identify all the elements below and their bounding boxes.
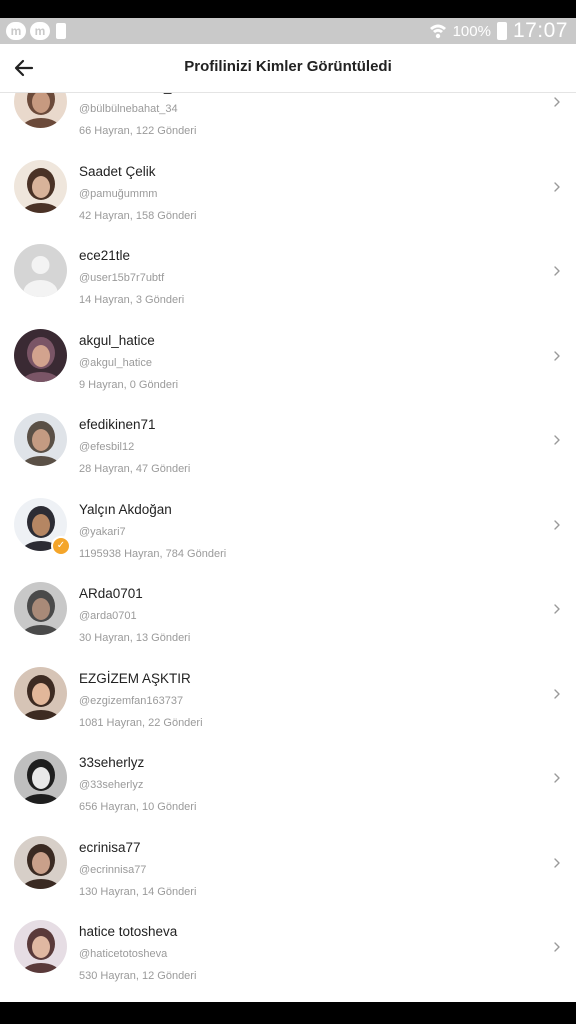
viewer-stats: 66 Hayran, 122 Gönderi [79,125,197,137]
viewer-row[interactable]: akgul_hatice @akgul_hatice 9 Hayran, 0 G… [0,319,576,404]
viewer-handle: @pamuğummm [79,187,158,200]
viewer-handle: @user15b7r7ubtf [79,272,165,284]
viewer-handle: @ezgizemfan163737 [79,694,184,707]
viewer-row[interactable]: nebahatbulbul_34 @bülbülnebahat_34 66 Ha… [0,93,576,150]
viewer-name: ARda0701 [79,586,143,601]
chevron-right-icon[interactable] [552,180,562,194]
viewer-row[interactable]: efedikinen71 @efesbil12 28 Hayran, 47 Gö… [0,403,576,488]
chevron-right-icon[interactable] [552,95,562,109]
viewer-name: EZGİZEM AŞKTIR [79,670,191,686]
chevron-right-icon[interactable] [552,264,562,278]
clock: 17:07 [512,19,568,42]
chevron-right-icon[interactable] [552,771,562,785]
battery-small-icon [56,23,66,39]
viewer-stats: 656 Hayran, 10 Gönderi [79,801,197,813]
viewer-name: ece21tle [79,248,131,263]
viewer-handle: @ecrinnisa77 [79,863,147,876]
viewer-list[interactable]: nebahatbulbul_34 @bülbülnebahat_34 66 Ha… [0,93,576,1002]
avatar[interactable] [14,328,67,382]
viewer-stats: 1195938 Hayran, 784 Gönderi [79,547,227,560]
viewer-stats: 530 Hayran, 12 Gönderi [79,970,197,982]
viewer-name: 33seherlyz [79,755,145,770]
chevron-right-icon[interactable] [552,433,562,447]
chevron-right-icon[interactable] [552,602,562,616]
avatar[interactable] [14,244,67,297]
viewer-handle: @efesbil12 [79,441,135,453]
status-bar: m m 100% 17:07 [0,18,576,44]
viewer-row[interactable]: hatice totosheva @haticetotosheva 530 Ha… [0,910,576,995]
avatar[interactable] [14,920,67,973]
m-app-icon: m [6,22,26,40]
verified-badge-icon: ✓ [51,535,71,556]
viewer-row[interactable]: Saadet Çelik @pamuğummm 42 Hayran, 158 G… [0,150,576,235]
bottom-black-bar [0,1002,576,1024]
viewer-handle: @akgul_hatice [79,356,152,369]
chevron-right-icon[interactable] [552,687,562,701]
avatar[interactable] [14,835,67,889]
battery-icon [496,22,507,40]
avatar[interactable] [14,93,67,128]
status-right: 100% 17:07 [429,19,568,43]
viewer-name: efedikinen71 [79,417,156,432]
viewer-name: hatice totosheva [79,924,178,939]
viewer-stats: 28 Hayran, 47 Gönderi [79,463,191,475]
wifi-icon [429,24,446,39]
viewer-row[interactable]: EZGİZEM AŞKTIR @ezgizemfan163737 1081 Ha… [0,657,576,742]
m-app-icon: m [30,22,50,40]
battery-percent: 100% [452,22,491,40]
avatar[interactable] [14,751,67,804]
app-header: Profilinizi Kimler Görüntüledi [0,44,576,93]
chevron-right-icon[interactable] [552,856,562,870]
viewer-name: ecrinisa77 [79,839,141,855]
viewer-name: nebahatbulbul_34 [79,93,186,94]
viewer-stats: 1081 Hayran, 22 Gönderi [79,716,203,729]
viewer-stats: 14 Hayran, 3 Gönderi [79,294,185,306]
viewer-stats: 42 Hayran, 158 Gönderi [79,209,197,222]
avatar[interactable] [14,413,67,466]
chevron-right-icon[interactable] [552,518,562,532]
status-left-icons: m m [6,22,66,40]
viewer-list-inner: nebahatbulbul_34 @bülbülnebahat_34 66 Ha… [0,93,576,995]
viewer-row[interactable]: ece21tle @user15b7r7ubtf 14 Hayran, 3 Gö… [0,234,576,319]
viewer-handle: @arda0701 [79,610,137,622]
viewer-name: Yalçın Akdoğan [79,501,172,517]
viewer-row[interactable]: ✓ Yalçın Akdoğan @yakari7 1195938 Hayran… [0,488,576,573]
viewer-row[interactable]: ARda0701 @arda0701 30 Hayran, 13 Gönderi [0,572,576,657]
page-title: Profilinizi Kimler Görüntüledi [184,58,392,75]
avatar[interactable] [14,666,67,720]
viewer-handle: @yakari7 [79,525,126,538]
viewer-row[interactable]: 33seherlyz @33seherlyz 656 Hayran, 10 Gö… [0,741,576,826]
viewer-row[interactable]: ecrinisa77 @ecrinnisa77 130 Hayran, 14 G… [0,826,576,911]
avatar[interactable] [14,582,67,635]
chevron-right-icon[interactable] [552,349,562,363]
viewer-stats: 9 Hayran, 0 Gönderi [79,378,179,391]
avatar[interactable] [14,159,67,213]
viewer-name: akgul_hatice [79,332,155,348]
viewer-handle: @33seherlyz [79,779,144,791]
chevron-right-icon[interactable] [552,940,562,954]
top-black-bar [0,0,576,18]
viewer-handle: @haticetotosheva [79,948,168,960]
viewer-name: Saadet Çelik [79,163,156,179]
viewer-handle: @bülbülnebahat_34 [79,103,178,115]
viewer-stats: 130 Hayran, 14 Gönderi [79,885,197,898]
viewer-stats: 30 Hayran, 13 Gönderi [79,632,191,644]
